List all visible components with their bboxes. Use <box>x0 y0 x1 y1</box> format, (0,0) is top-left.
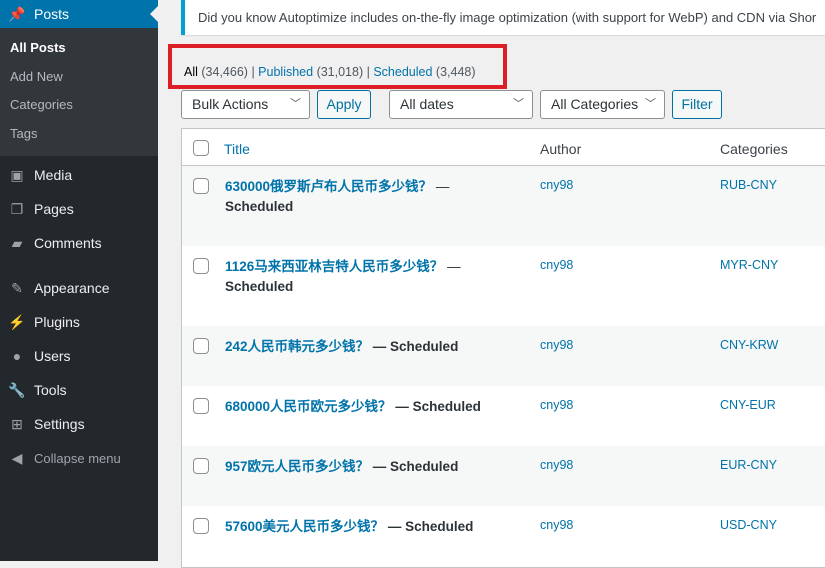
submenu-tags[interactable]: Tags <box>0 120 158 149</box>
row-checkbox[interactable] <box>193 338 209 354</box>
post-title-cell: 957欧元人民币多少钱？ — Scheduled <box>225 457 458 477</box>
view-published[interactable]: Published <box>258 65 313 79</box>
row-checkbox[interactable] <box>193 518 209 534</box>
chevron-down-icon: ﹀ <box>513 98 524 110</box>
users-icon: ● <box>12 348 22 364</box>
tools-icon: 🔧 <box>8 382 26 398</box>
chevron-down-icon: ﹀ <box>645 98 656 110</box>
table-row: 630000俄罗斯卢布人民币多少钱？ — Scheduled cny98 RUB-… <box>182 166 825 246</box>
row-checkbox[interactable] <box>193 458 209 474</box>
author-link[interactable]: cny98 <box>540 398 573 412</box>
post-state: Scheduled <box>225 279 294 294</box>
pin-icon: 📌 <box>8 5 26 22</box>
menu-posts[interactable]: 📌 Posts <box>0 0 158 28</box>
category-link[interactable]: USD-CNY <box>720 518 777 532</box>
select-all-checkbox[interactable] <box>193 140 209 156</box>
collapse-menu[interactable]: ◀ Collapse menu <box>0 441 158 475</box>
menu-users[interactable]: ● Users <box>0 339 158 373</box>
view-all[interactable]: All <box>184 65 198 79</box>
menu-tools[interactable]: 🔧 Tools <box>0 373 158 407</box>
author-link[interactable]: cny98 <box>540 178 573 192</box>
post-status-views: All (34,466) | Published (31,018) | Sche… <box>184 65 476 79</box>
comments-icon: ▰ <box>11 235 23 251</box>
post-state: — Scheduled <box>387 519 474 534</box>
post-title-cell: 680000人民币欧元多少钱？ — Scheduled <box>225 397 481 417</box>
post-title-link[interactable]: 57600美元人民币多少钱？ <box>225 519 384 534</box>
category-link[interactable]: CNY-EUR <box>720 398 776 412</box>
pages-icon: ❐ <box>10 201 24 217</box>
media-icon: ▣ <box>10 167 24 183</box>
post-state: — Scheduled <box>372 459 459 474</box>
date-filter-select[interactable]: All dates ﹀ <box>389 90 533 119</box>
filter-button[interactable]: Filter <box>672 90 722 119</box>
table-row: 1126马来西亚林吉特人民币多少钱？ — Scheduled cny98 MYR-… <box>182 246 825 326</box>
author-link[interactable]: cny98 <box>540 338 573 352</box>
table-row: 957欧元人民币多少钱？ — Scheduled cny98 EUR-CNY <box>182 446 825 506</box>
row-checkbox[interactable] <box>193 178 209 194</box>
column-title[interactable]: Title <box>224 141 250 157</box>
submenu-add-new[interactable]: Add New <box>0 63 158 92</box>
table-row: 57600美元人民币多少钱？ — Scheduled cny98 USD-CNY <box>182 506 825 566</box>
author-link[interactable]: cny98 <box>540 518 573 532</box>
row-checkbox[interactable] <box>193 398 209 414</box>
appearance-icon: ✎ <box>11 280 23 296</box>
post-title-link[interactable]: 957欧元人民币多少钱？ <box>225 459 369 474</box>
menu-media[interactable]: ▣ Media <box>0 158 158 192</box>
post-state: — Scheduled <box>372 339 459 354</box>
post-title-link[interactable]: 680000人民币欧元多少钱？ <box>225 399 392 414</box>
column-categories: Categories <box>720 141 788 157</box>
post-state: — Scheduled <box>395 399 481 414</box>
submenu-categories[interactable]: Categories <box>0 91 158 120</box>
row-checkbox[interactable] <box>193 258 209 274</box>
view-scheduled[interactable]: Scheduled <box>373 65 432 79</box>
table-row: 242人民币韩元多少钱？ — Scheduled cny98 CNY-KRW <box>182 326 825 386</box>
autoptimize-notice: Did you know Autoptimize includes on-the… <box>181 0 825 35</box>
table-row: 680000人民币欧元多少钱？ — Scheduled cny98 CNY-EU… <box>182 386 825 446</box>
menu-appearance[interactable]: ✎ Appearance <box>0 271 158 305</box>
column-author: Author <box>540 141 582 157</box>
menu-settings[interactable]: ⊞ Settings <box>0 407 158 441</box>
bulk-actions-select[interactable]: Bulk Actions ﹀ <box>181 90 310 119</box>
category-link[interactable]: MYR-CNY <box>720 258 778 272</box>
posts-submenu: All Posts Add New Categories Tags <box>0 28 158 156</box>
posts-table: Title Author Categories 630000俄罗斯卢布人民币多少… <box>181 128 825 568</box>
post-title-cell: 57600美元人民币多少钱？ — Scheduled <box>225 517 473 537</box>
category-link[interactable]: EUR-CNY <box>720 458 777 472</box>
collapse-icon: ◀ <box>11 450 23 466</box>
menu-comments[interactable]: ▰ Comments <box>0 226 158 260</box>
current-arrow <box>142 6 158 22</box>
category-link[interactable]: CNY-KRW <box>720 338 778 352</box>
table-header: Title Author Categories <box>182 129 825 166</box>
apply-button[interactable]: Apply <box>317 90 371 119</box>
submenu-all-posts[interactable]: All Posts <box>0 34 158 63</box>
post-title-cell: 1126马来西亚林吉特人民币多少钱？ — Scheduled <box>225 259 461 294</box>
admin-sidebar: 📌 Posts All Posts Add New Categories Tags… <box>0 0 158 561</box>
post-title-link[interactable]: 630000俄罗斯卢布人民币多少钱？ <box>225 179 432 194</box>
menu-pages[interactable]: ❐ Pages <box>0 192 158 226</box>
category-link[interactable]: RUB-CNY <box>720 178 777 192</box>
post-title-cell: 242人民币韩元多少钱？ — Scheduled <box>225 337 458 357</box>
category-filter-select[interactable]: All Categories ﹀ <box>540 90 665 119</box>
settings-icon: ⊞ <box>11 416 23 432</box>
post-title-link[interactable]: 1126马来西亚林吉特人民币多少钱？ <box>225 259 443 274</box>
author-link[interactable]: cny98 <box>540 458 573 472</box>
post-state: Scheduled <box>225 199 294 214</box>
post-title-cell: 630000俄罗斯卢布人民币多少钱？ — Scheduled <box>225 179 450 214</box>
post-title-link[interactable]: 242人民币韩元多少钱？ <box>225 339 369 354</box>
chevron-down-icon: ﹀ <box>290 98 301 110</box>
menu-plugins[interactable]: ⚡ Plugins <box>0 305 158 339</box>
author-link[interactable]: cny98 <box>540 258 573 272</box>
plugins-icon: ⚡ <box>8 314 26 330</box>
